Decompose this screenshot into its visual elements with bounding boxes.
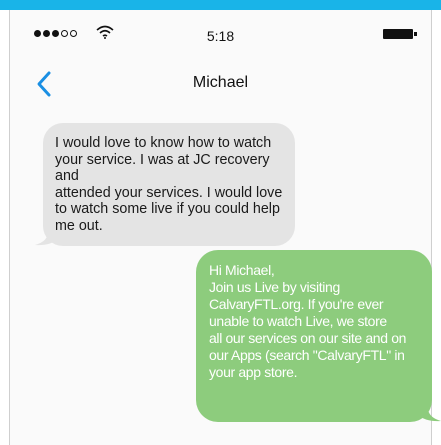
contact-name: Michael bbox=[192, 74, 249, 91]
top-accent-band bbox=[0, 0, 441, 10]
incoming-message-text: I would love to know how to watch your s… bbox=[55, 135, 283, 234]
outgoing-message-text: Hi Michael, Join us Live by visiting Cal… bbox=[209, 262, 407, 380]
battery-icon bbox=[383, 29, 417, 39]
status-bar: 5:18 bbox=[10, 10, 431, 62]
incoming-message-bubble[interactable]: I would love to know how to watch your s… bbox=[43, 123, 295, 246]
phone-screen: 5:18 Michael I would love to know how to… bbox=[9, 10, 441, 445]
status-time: 5:18 bbox=[206, 28, 235, 44]
conversation-header: Michael bbox=[10, 62, 431, 106]
outgoing-message-bubble[interactable]: Hi Michael, Join us Live by visiting Cal… bbox=[196, 250, 432, 422]
